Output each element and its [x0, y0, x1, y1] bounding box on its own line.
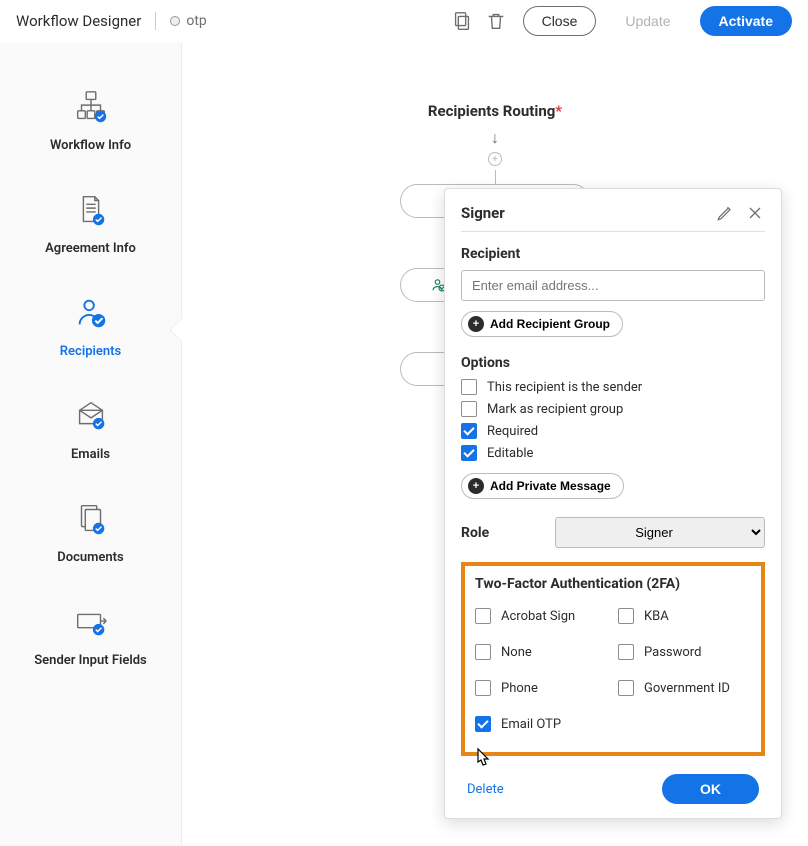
- option-row[interactable]: Required: [461, 423, 765, 439]
- option-label: Email OTP: [501, 717, 561, 732]
- tfa-option-row[interactable]: Email OTP: [475, 716, 608, 732]
- routing-title-text: Recipients Routing: [428, 102, 555, 120]
- tfa-option-row[interactable]: Acrobat Sign: [475, 608, 608, 624]
- role-select[interactable]: Signer: [555, 517, 765, 548]
- checkbox[interactable]: [475, 608, 491, 624]
- sidebar-item-label: Agreement Info: [45, 241, 136, 256]
- sidebar-item-agreement-info[interactable]: Agreement Info: [0, 175, 181, 278]
- checkbox[interactable]: [618, 644, 634, 660]
- checkbox[interactable]: [475, 644, 491, 660]
- sidebar-item-label: Emails: [71, 447, 110, 462]
- plus-icon: +: [468, 478, 484, 494]
- ok-button[interactable]: OK: [662, 774, 759, 804]
- tfa-option-row[interactable]: None: [475, 644, 608, 660]
- option-label: This recipient is the sender: [487, 380, 642, 395]
- button-label: Add Recipient Group: [490, 317, 610, 331]
- checkbox[interactable]: [461, 423, 477, 439]
- tfa-section-label: Two-Factor Authentication (2FA): [475, 576, 751, 592]
- divider: [155, 12, 156, 30]
- documents-icon: [72, 500, 110, 542]
- option-label: Mark as recipient group: [487, 402, 623, 417]
- activate-button[interactable]: Activate: [700, 6, 792, 36]
- sidebar-item-documents[interactable]: Documents: [0, 484, 181, 587]
- button-label: Add Private Message: [490, 479, 611, 493]
- add-node-button[interactable]: +: [488, 152, 502, 166]
- delete-link[interactable]: Delete: [467, 782, 504, 797]
- sidebar-item-label: Sender Input Fields: [34, 653, 146, 668]
- tfa-option-row[interactable]: Government ID: [618, 680, 751, 696]
- arrow-down-icon: ↓: [491, 130, 499, 146]
- sidebar-item-label: Workflow Info: [50, 138, 131, 153]
- sender-input-fields-icon: [72, 603, 110, 645]
- edit-icon[interactable]: [715, 203, 735, 223]
- app-title: Workflow Designer: [16, 12, 141, 30]
- trash-icon[interactable]: [485, 10, 507, 32]
- recipient-properties-panel: Signer Recipient + Add Recipient Group O…: [444, 188, 782, 819]
- recipient-section-label: Recipient: [461, 246, 765, 262]
- plus-icon: +: [468, 316, 484, 332]
- option-label: None: [501, 645, 532, 660]
- add-recipient-group-button[interactable]: + Add Recipient Group: [461, 311, 623, 337]
- panel-header: Signer: [461, 203, 765, 223]
- tfa-section-highlight: Two-Factor Authentication (2FA) Acrobat …: [461, 562, 765, 756]
- tfa-option-row[interactable]: Password: [618, 644, 751, 660]
- option-label: Required: [487, 424, 538, 439]
- checkbox[interactable]: [461, 379, 477, 395]
- recipient-email-input[interactable]: [461, 270, 765, 301]
- status-dot-icon: [170, 16, 180, 26]
- sidebar: Workflow Info Agreement Info Recipients …: [0, 42, 182, 846]
- sidebar-item-workflow-info[interactable]: Workflow Info: [0, 72, 181, 175]
- option-label: Editable: [487, 446, 533, 461]
- sidebar-item-emails[interactable]: Emails: [0, 381, 181, 484]
- option-label: KBA: [644, 609, 669, 624]
- sidebar-item-label: Recipients: [60, 344, 121, 359]
- close-button[interactable]: Close: [523, 6, 597, 36]
- add-private-message-button[interactable]: + Add Private Message: [461, 473, 624, 499]
- option-row[interactable]: Editable: [461, 445, 765, 461]
- divider: [461, 231, 765, 232]
- emails-icon: [72, 397, 110, 439]
- connector: [495, 170, 496, 184]
- tfa-option-row[interactable]: KBA: [618, 608, 751, 624]
- agreement-info-icon: [72, 191, 110, 233]
- panel-title: Signer: [461, 204, 705, 222]
- option-label: Government ID: [644, 681, 730, 696]
- checkbox[interactable]: [475, 716, 491, 732]
- checkbox[interactable]: [618, 608, 634, 624]
- app-header: Workflow Designer otp Close Update Activ…: [0, 0, 808, 42]
- checkbox[interactable]: [475, 680, 491, 696]
- workflow-name: otp: [186, 13, 206, 29]
- option-label: Password: [644, 645, 701, 660]
- option-label: Phone: [501, 681, 538, 696]
- routing-title: Recipients Routing*: [182, 102, 808, 120]
- required-star-icon: *: [555, 102, 562, 120]
- checkbox[interactable]: [461, 445, 477, 461]
- checkbox[interactable]: [461, 401, 477, 417]
- workflow-info-icon: [72, 88, 110, 130]
- close-icon[interactable]: [745, 203, 765, 223]
- sidebar-item-label: Documents: [57, 550, 123, 565]
- option-row[interactable]: Mark as recipient group: [461, 401, 765, 417]
- update-button: Update: [606, 6, 689, 36]
- options-section-label: Options: [461, 355, 765, 371]
- role-label: Role: [461, 525, 541, 541]
- checkbox[interactable]: [618, 680, 634, 696]
- tfa-option-row[interactable]: Phone: [475, 680, 608, 696]
- option-row[interactable]: This recipient is the sender: [461, 379, 765, 395]
- duplicate-icon[interactable]: [451, 10, 473, 32]
- sidebar-item-sender-input-fields[interactable]: Sender Input Fields: [0, 587, 181, 690]
- sidebar-item-recipients[interactable]: Recipients: [0, 278, 181, 381]
- recipients-icon: [72, 294, 110, 336]
- option-label: Acrobat Sign: [501, 609, 575, 624]
